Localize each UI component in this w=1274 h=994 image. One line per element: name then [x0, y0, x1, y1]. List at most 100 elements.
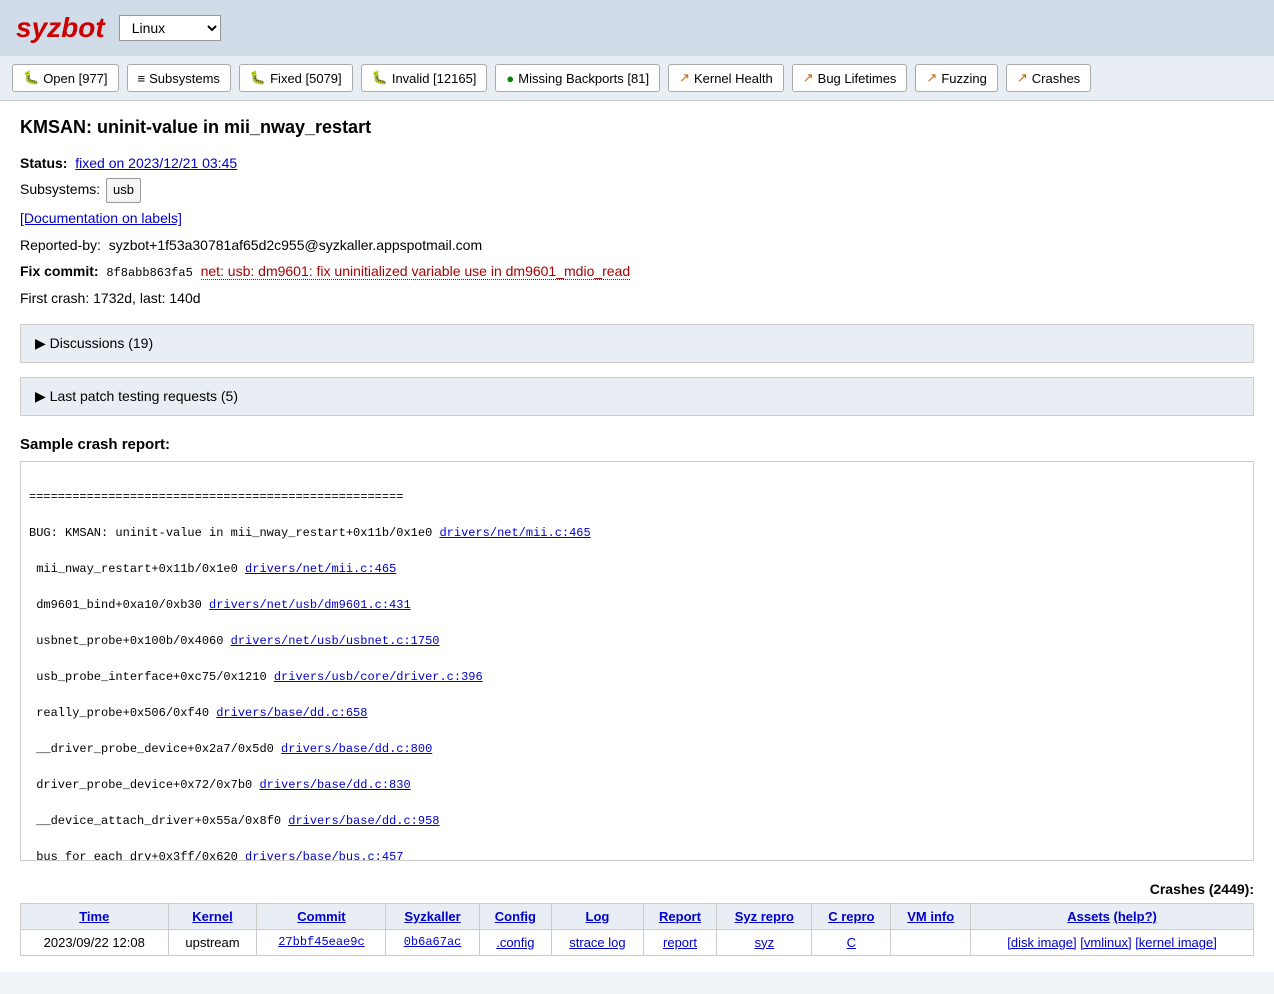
kernel-image-link[interactable]: [kernel image]: [1135, 935, 1217, 950]
fix-commit-row: Fix commit: 8f8abb863fa5 net: usb: dm960…: [20, 260, 1254, 283]
col-assets-help[interactable]: (help?): [1114, 909, 1157, 924]
commit-link-main[interactable]: 27bbf45eae9c: [278, 935, 364, 949]
crash-link-6[interactable]: drivers/base/dd.c:658: [216, 706, 367, 720]
nav-missing-backports[interactable]: ● Missing Backports [81]: [495, 64, 660, 92]
nav-bug-lifetimes-label: Bug Lifetimes: [818, 71, 897, 86]
nav-invalid[interactable]: 🐛 Invalid [12165]: [361, 64, 488, 92]
col-assets[interactable]: Assets (help?): [971, 903, 1254, 929]
col-log[interactable]: Log: [552, 903, 644, 929]
cell-syz-repro: syz: [717, 929, 812, 955]
col-config[interactable]: Config: [479, 903, 552, 929]
discussions-header[interactable]: ▶ Discussions (19): [21, 325, 1253, 362]
config-link[interactable]: .config: [496, 935, 534, 950]
subsystems-label: Subsystems:: [20, 181, 100, 197]
col-c-repro-link[interactable]: C repro: [828, 909, 874, 924]
nav-fuzzing[interactable]: ↗ Fuzzing: [915, 64, 997, 92]
col-vm-info[interactable]: VM info: [891, 903, 971, 929]
crash-link-7[interactable]: drivers/base/dd.c:800: [281, 742, 432, 756]
crash-link-2[interactable]: drivers/net/mii.c:465: [245, 562, 396, 576]
col-kernel-link[interactable]: Kernel: [192, 909, 232, 924]
nav-crashes[interactable]: ↗ Crashes: [1006, 64, 1091, 92]
crash-link-4[interactable]: drivers/net/usb/usbnet.c:1750: [231, 634, 440, 648]
discussions-section: ▶ Discussions (19): [20, 324, 1254, 363]
nav-missing-backports-label: Missing Backports [81]: [518, 71, 649, 86]
site-logo[interactable]: syzbot: [16, 12, 105, 44]
patch-testing-header[interactable]: ▶ Last patch testing requests (5): [21, 378, 1253, 415]
crash-code-block: ========================================…: [20, 461, 1254, 861]
report-link[interactable]: report: [663, 935, 697, 950]
status-link[interactable]: fixed on 2023/12/21 03:45: [75, 155, 237, 171]
crash-line-5: usbnet_probe+0x100b/0x4060 drivers/net/u…: [29, 632, 1245, 650]
subsystems-row: Subsystems: usb: [20, 178, 1254, 203]
crash-link-5[interactable]: drivers/usb/core/driver.c:396: [274, 670, 483, 684]
col-config-link[interactable]: Config: [495, 909, 536, 924]
subsystem-tag[interactable]: usb: [106, 178, 141, 203]
chart-kh-icon: ↗: [679, 70, 690, 86]
nav-subsystems-label: Subsystems: [149, 71, 220, 86]
nav-open[interactable]: 🐛 Open [977]: [12, 64, 119, 92]
syz-repro-link[interactable]: syz: [755, 935, 775, 950]
discussions-label: ▶ Discussions (19): [35, 335, 153, 352]
nav-fixed[interactable]: 🐛 Fixed [5079]: [239, 64, 353, 92]
table-row: 2023/09/22 12:08 upstream 27bbf45eae9c 0…: [21, 929, 1254, 955]
col-report[interactable]: Report: [643, 903, 717, 929]
nav-kernel-health[interactable]: ↗ Kernel Health: [668, 64, 784, 92]
col-syzkaller-link[interactable]: Syzkaller: [404, 909, 460, 924]
crash-line-2: BUG: KMSAN: uninit-value in mii_nway_res…: [29, 524, 1245, 542]
disk-image-link[interactable]: [disk image]: [1007, 935, 1076, 950]
os-selector[interactable]: Linux FreeBSD NetBSD OpenBSD Fuchsia: [119, 15, 221, 41]
crash-line-1: ========================================…: [29, 488, 1245, 506]
reported-by-label: Reported-by:: [20, 237, 101, 253]
col-c-repro[interactable]: C repro: [812, 903, 891, 929]
crash-link-8[interactable]: drivers/base/dd.c:830: [259, 778, 410, 792]
header: syzbot Linux FreeBSD NetBSD OpenBSD Fuch…: [0, 0, 1274, 56]
col-syz-repro[interactable]: Syz repro: [717, 903, 812, 929]
log-strace-link[interactable]: strace log: [569, 935, 625, 950]
c-repro-link[interactable]: C: [847, 935, 856, 950]
cell-time: 2023/09/22 12:08: [21, 929, 169, 955]
docs-link[interactable]: [Documentation on labels]: [20, 210, 182, 226]
cell-config: .config: [479, 929, 552, 955]
vmlinux-link[interactable]: [vmlinux]: [1080, 935, 1131, 950]
crash-line-4: dm9601_bind+0xa10/0xb30 drivers/net/usb/…: [29, 596, 1245, 614]
sample-crash-title: Sample crash report:: [20, 436, 1254, 453]
bug-icon: 🐛: [23, 70, 39, 86]
col-kernel[interactable]: Kernel: [168, 903, 257, 929]
nav-subsystems[interactable]: ≡ Subsystems: [127, 64, 231, 92]
col-time[interactable]: Time: [21, 903, 169, 929]
crash-line-10: __device_attach_driver+0x55a/0x8f0 drive…: [29, 812, 1245, 830]
cell-kernel: upstream: [168, 929, 257, 955]
status-row: Status: fixed on 2023/12/21 03:45: [20, 152, 1254, 174]
reported-by-row: Reported-by: syzbot+1f53a30781af65d2c955…: [20, 234, 1254, 256]
nav-bug-lifetimes[interactable]: ↗ Bug Lifetimes: [792, 64, 908, 92]
crashes-section: Crashes (2449): Time Kernel Commit Syzka…: [20, 881, 1254, 956]
docs-row: [Documentation on labels]: [20, 207, 1254, 229]
crash-link-3[interactable]: drivers/net/usb/dm9601.c:431: [209, 598, 411, 612]
col-report-link[interactable]: Report: [659, 909, 701, 924]
col-commit-link[interactable]: Commit: [297, 909, 345, 924]
col-syz-repro-link[interactable]: Syz repro: [735, 909, 794, 924]
crash-line-6: usb_probe_interface+0xc75/0x1210 drivers…: [29, 668, 1245, 686]
col-syzkaller[interactable]: Syzkaller: [386, 903, 479, 929]
page-title: KMSAN: uninit-value in mii_nway_restart: [20, 117, 1254, 138]
col-time-link[interactable]: Time: [79, 909, 109, 924]
status-label: Status:: [20, 155, 67, 171]
reported-by-value: syzbot+1f53a30781af65d2c955@syzkaller.ap…: [109, 237, 482, 253]
crash-link-1[interactable]: drivers/net/mii.c:465: [439, 526, 590, 540]
nav-invalid-label: Invalid [12165]: [392, 71, 477, 86]
dot-icon: ●: [506, 71, 514, 86]
crash-link-10[interactable]: drivers/base/bus.c:457: [245, 850, 403, 861]
col-vm-info-link[interactable]: VM info: [907, 909, 954, 924]
fix-commit-link[interactable]: net: usb: dm9601: fix uninitialized vari…: [201, 263, 631, 280]
crash-link-9[interactable]: drivers/base/dd.c:958: [288, 814, 439, 828]
bug-invalid-icon: 🐛: [372, 70, 388, 86]
nav-fixed-label: Fixed [5079]: [270, 71, 342, 86]
crash-line-11: bus_for_each_drv+0x3ff/0x620 drivers/bas…: [29, 848, 1245, 861]
col-log-link[interactable]: Log: [586, 909, 610, 924]
col-assets-link[interactable]: Assets: [1067, 909, 1110, 924]
col-commit[interactable]: Commit: [257, 903, 386, 929]
first-last-crash: First crash: 1732d, last: 140d: [20, 287, 1254, 309]
nav-open-label: Open [977]: [43, 71, 107, 86]
crash-line-7: really_probe+0x506/0xf40 drivers/base/dd…: [29, 704, 1245, 722]
syzkaller-link[interactable]: 0b6a67ac: [404, 935, 462, 949]
